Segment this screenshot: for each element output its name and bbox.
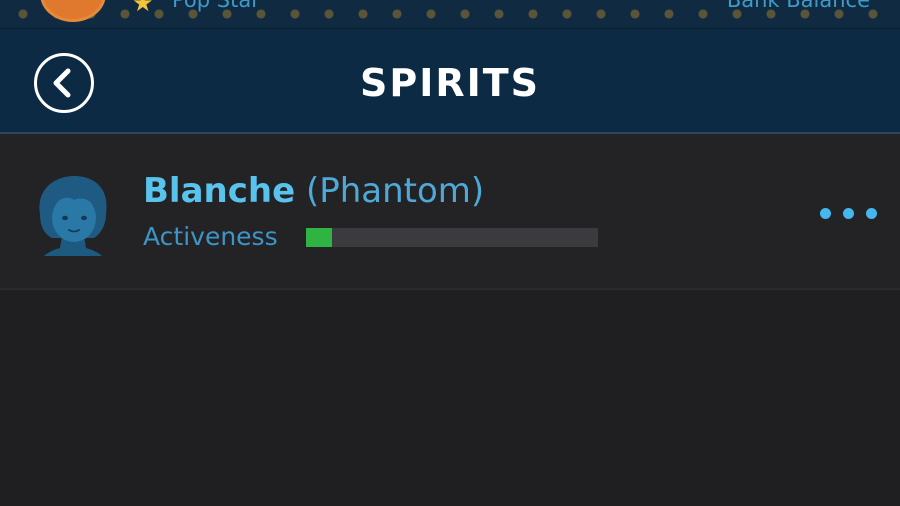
activeness-bar-fill	[306, 228, 333, 247]
ellipsis-icon-dot	[820, 208, 831, 219]
ellipsis-icon-dot	[866, 208, 877, 219]
player-avatar[interactable]	[40, 0, 106, 22]
activeness-label: Activeness	[143, 222, 278, 251]
spirits-screen: ★ Pop Star Bank Balance SPIRITS Blanche …	[0, 0, 900, 506]
spirit-type-text: (Phantom)	[305, 171, 485, 211]
spirit-name: Blanche (Phantom)	[143, 171, 484, 211]
spirit-name-text: Blanche	[143, 171, 296, 211]
star-icon: ★	[132, 0, 154, 17]
ghost-avatar-icon	[34, 174, 112, 256]
spirit-list-item[interactable]: Blanche (Phantom) Activeness	[0, 134, 900, 290]
page-title: SPIRITS	[359, 61, 541, 105]
player-status-label: Pop Star	[172, 0, 260, 12]
ellipsis-icon-dot	[843, 208, 854, 219]
activeness-bar	[306, 228, 598, 247]
more-options-button[interactable]	[814, 202, 880, 226]
top-status-bar: ★ Pop Star Bank Balance	[0, 0, 900, 28]
bank-balance-label: Bank Balance	[726, 0, 870, 12]
header-bar: SPIRITS	[0, 28, 900, 134]
